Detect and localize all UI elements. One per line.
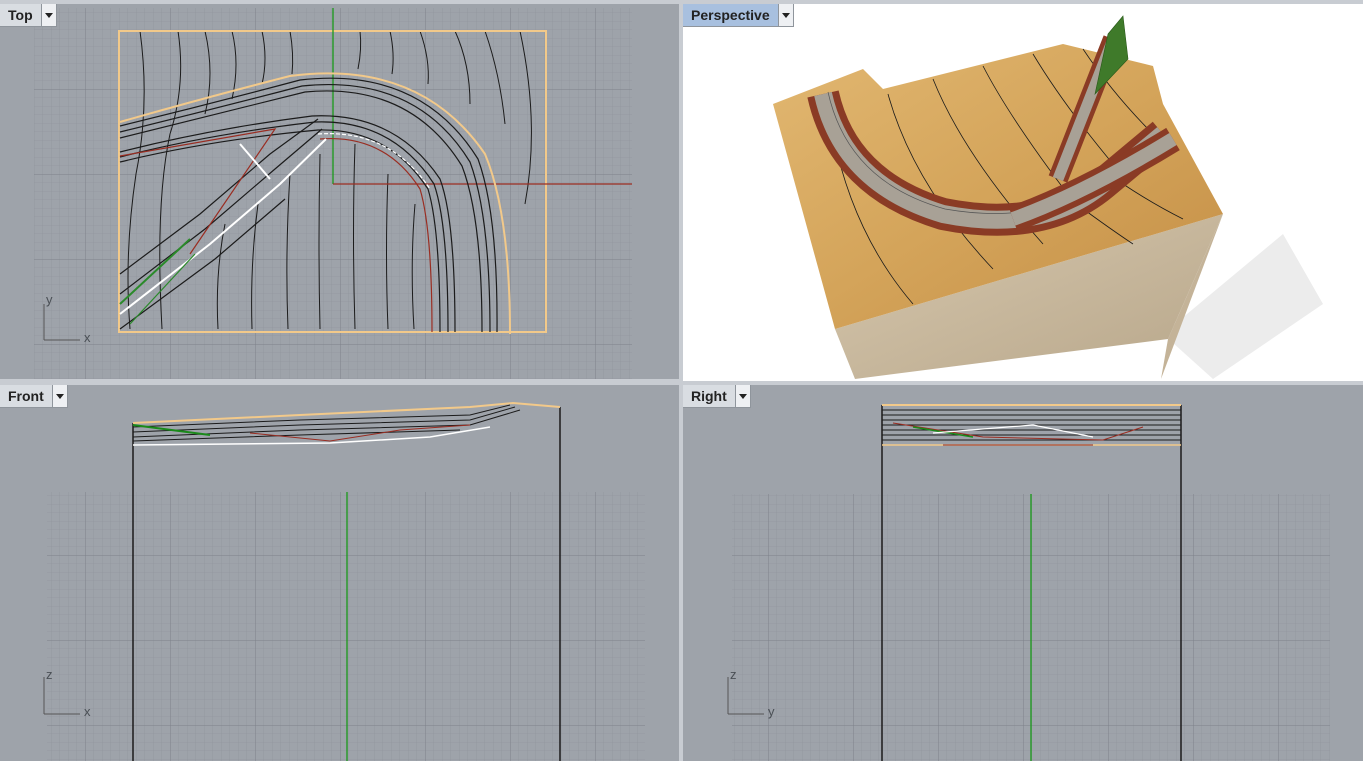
chevron-down-icon[interactable]	[777, 4, 793, 26]
axis-label-v: z	[730, 667, 737, 682]
front-view-canvas: x z	[43, 401, 645, 761]
viewport-title: Top	[8, 7, 33, 23]
perspective-canvas	[773, 15, 1323, 379]
viewport-title: Perspective	[691, 7, 770, 23]
axis-label-h: y	[768, 704, 775, 719]
right-section	[882, 404, 1181, 446]
axis-label-h: x	[84, 330, 91, 345]
chevron-down-icon[interactable]	[40, 4, 56, 26]
axis-label-h: x	[84, 704, 91, 719]
viewport-front[interactable]: x z Front	[0, 385, 679, 761]
viewport-tab-front[interactable]: Front	[0, 385, 68, 408]
viewport-tab-right[interactable]: Right	[683, 385, 751, 408]
axis-label-v: y	[46, 292, 53, 307]
viewport-top[interactable]: x y Top	[0, 4, 679, 379]
axis-label-v: z	[46, 667, 53, 682]
right-view-canvas: y z	[727, 404, 1330, 761]
viewport-title: Right	[691, 388, 727, 404]
viewport-tab-top[interactable]: Top	[0, 4, 57, 27]
viewport-tab-perspective[interactable]: Perspective	[683, 4, 794, 27]
viewport-title: Front	[8, 388, 44, 404]
top-view-canvas: x y	[34, 8, 632, 379]
chevron-down-icon[interactable]	[734, 385, 750, 407]
chevron-down-icon[interactable]	[51, 385, 67, 407]
viewport-perspective[interactable]: Perspective	[683, 4, 1363, 381]
front-section	[132, 401, 561, 446]
viewport-right[interactable]: y z Right	[683, 385, 1363, 761]
